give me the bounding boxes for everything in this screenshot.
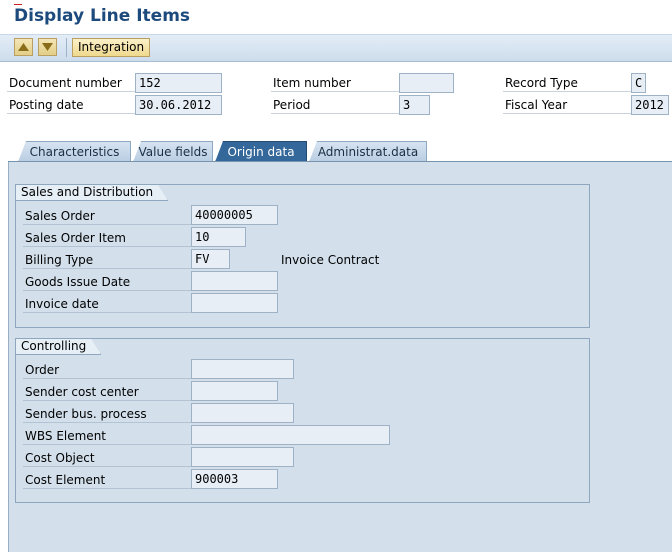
cost-element-field[interactable]: 900003: [191, 469, 278, 489]
triangle-down-icon: [42, 43, 53, 51]
wbs-element-label: WBS Element: [23, 427, 191, 445]
record-type-label: Record Type: [503, 75, 631, 92]
item-number-label: Item number: [271, 75, 399, 92]
sales-order-field[interactable]: 40000005: [191, 205, 278, 225]
previous-item-button[interactable]: [14, 38, 33, 56]
tab-value-fields[interactable]: Value fields: [133, 141, 213, 162]
goods-issue-date-field[interactable]: [191, 271, 278, 291]
fiscal-year-label: Fiscal Year: [503, 97, 631, 114]
page-title: Display Line Items: [14, 6, 191, 26]
sender-cost-center-label: Sender cost center: [23, 383, 191, 401]
goods-issue-date-label: Goods Issue Date: [23, 273, 191, 291]
triangle-up-icon: [18, 43, 29, 51]
cost-object-field[interactable]: [191, 447, 294, 467]
invoice-date-field[interactable]: [191, 293, 278, 313]
posting-date-label: Posting date: [7, 97, 135, 114]
item-number-field[interactable]: [399, 73, 454, 93]
billing-type-label: Billing Type: [23, 251, 191, 269]
cost-element-label: Cost Element: [23, 471, 191, 489]
controlling-title: Controlling: [16, 339, 101, 355]
posting-date-field[interactable]: 30.06.2012: [135, 95, 222, 115]
billing-type-field[interactable]: FV: [191, 249, 230, 269]
title-marker: [14, 4, 22, 5]
invoice-date-label: Invoice date: [23, 295, 191, 313]
fiscal-year-field[interactable]: 2012: [631, 95, 669, 115]
sales-order-label: Sales Order: [23, 207, 191, 225]
toolbar-separator: [66, 38, 67, 57]
tab-characteristics[interactable]: Characteristics: [18, 141, 131, 162]
order-label: Order: [23, 361, 191, 379]
sales-order-item-label: Sales Order Item: [23, 229, 191, 247]
integration-button[interactable]: Integration: [72, 38, 151, 57]
next-item-button[interactable]: [38, 38, 57, 56]
period-field[interactable]: 3: [399, 95, 430, 115]
cost-object-label: Cost Object: [23, 449, 191, 467]
period-label: Period: [271, 97, 399, 114]
tab-origin-data[interactable]: Origin data: [215, 141, 307, 162]
billing-type-description: Invoice Contract: [281, 253, 380, 267]
order-field[interactable]: [191, 359, 294, 379]
sender-bus-process-field[interactable]: [191, 403, 294, 423]
sender-cost-center-field[interactable]: [191, 381, 278, 401]
wbs-element-field[interactable]: [191, 425, 390, 445]
sales-order-item-field[interactable]: 10: [191, 227, 246, 247]
document-number-label: Document number: [7, 75, 135, 92]
document-number-field[interactable]: 152: [135, 73, 222, 93]
record-type-field[interactable]: C: [631, 73, 646, 93]
tab-administrat-data[interactable]: Administrat.data: [309, 141, 427, 162]
sales-distribution-title: Sales and Distribution: [16, 185, 168, 201]
sender-bus-process-label: Sender bus. process: [23, 405, 191, 423]
